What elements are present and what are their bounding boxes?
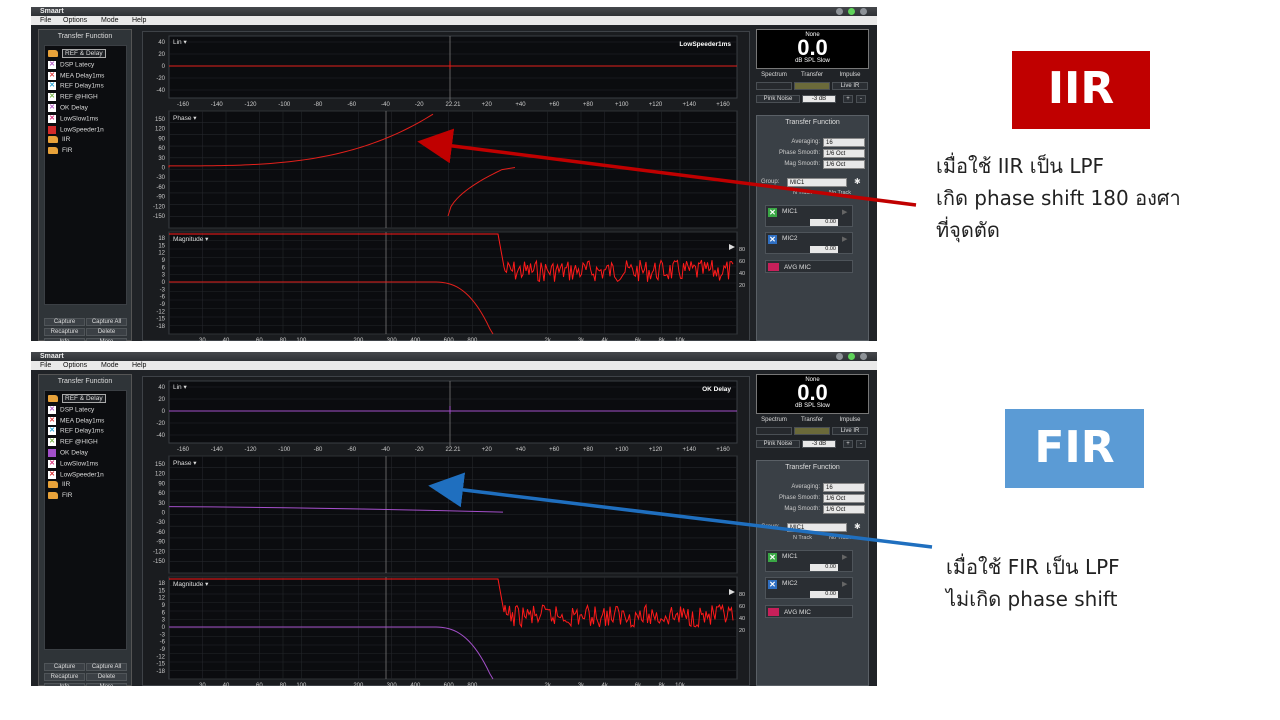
iir-arrow xyxy=(417,128,917,207)
fir-arrow xyxy=(428,472,933,549)
annotation-arrows xyxy=(417,128,933,549)
